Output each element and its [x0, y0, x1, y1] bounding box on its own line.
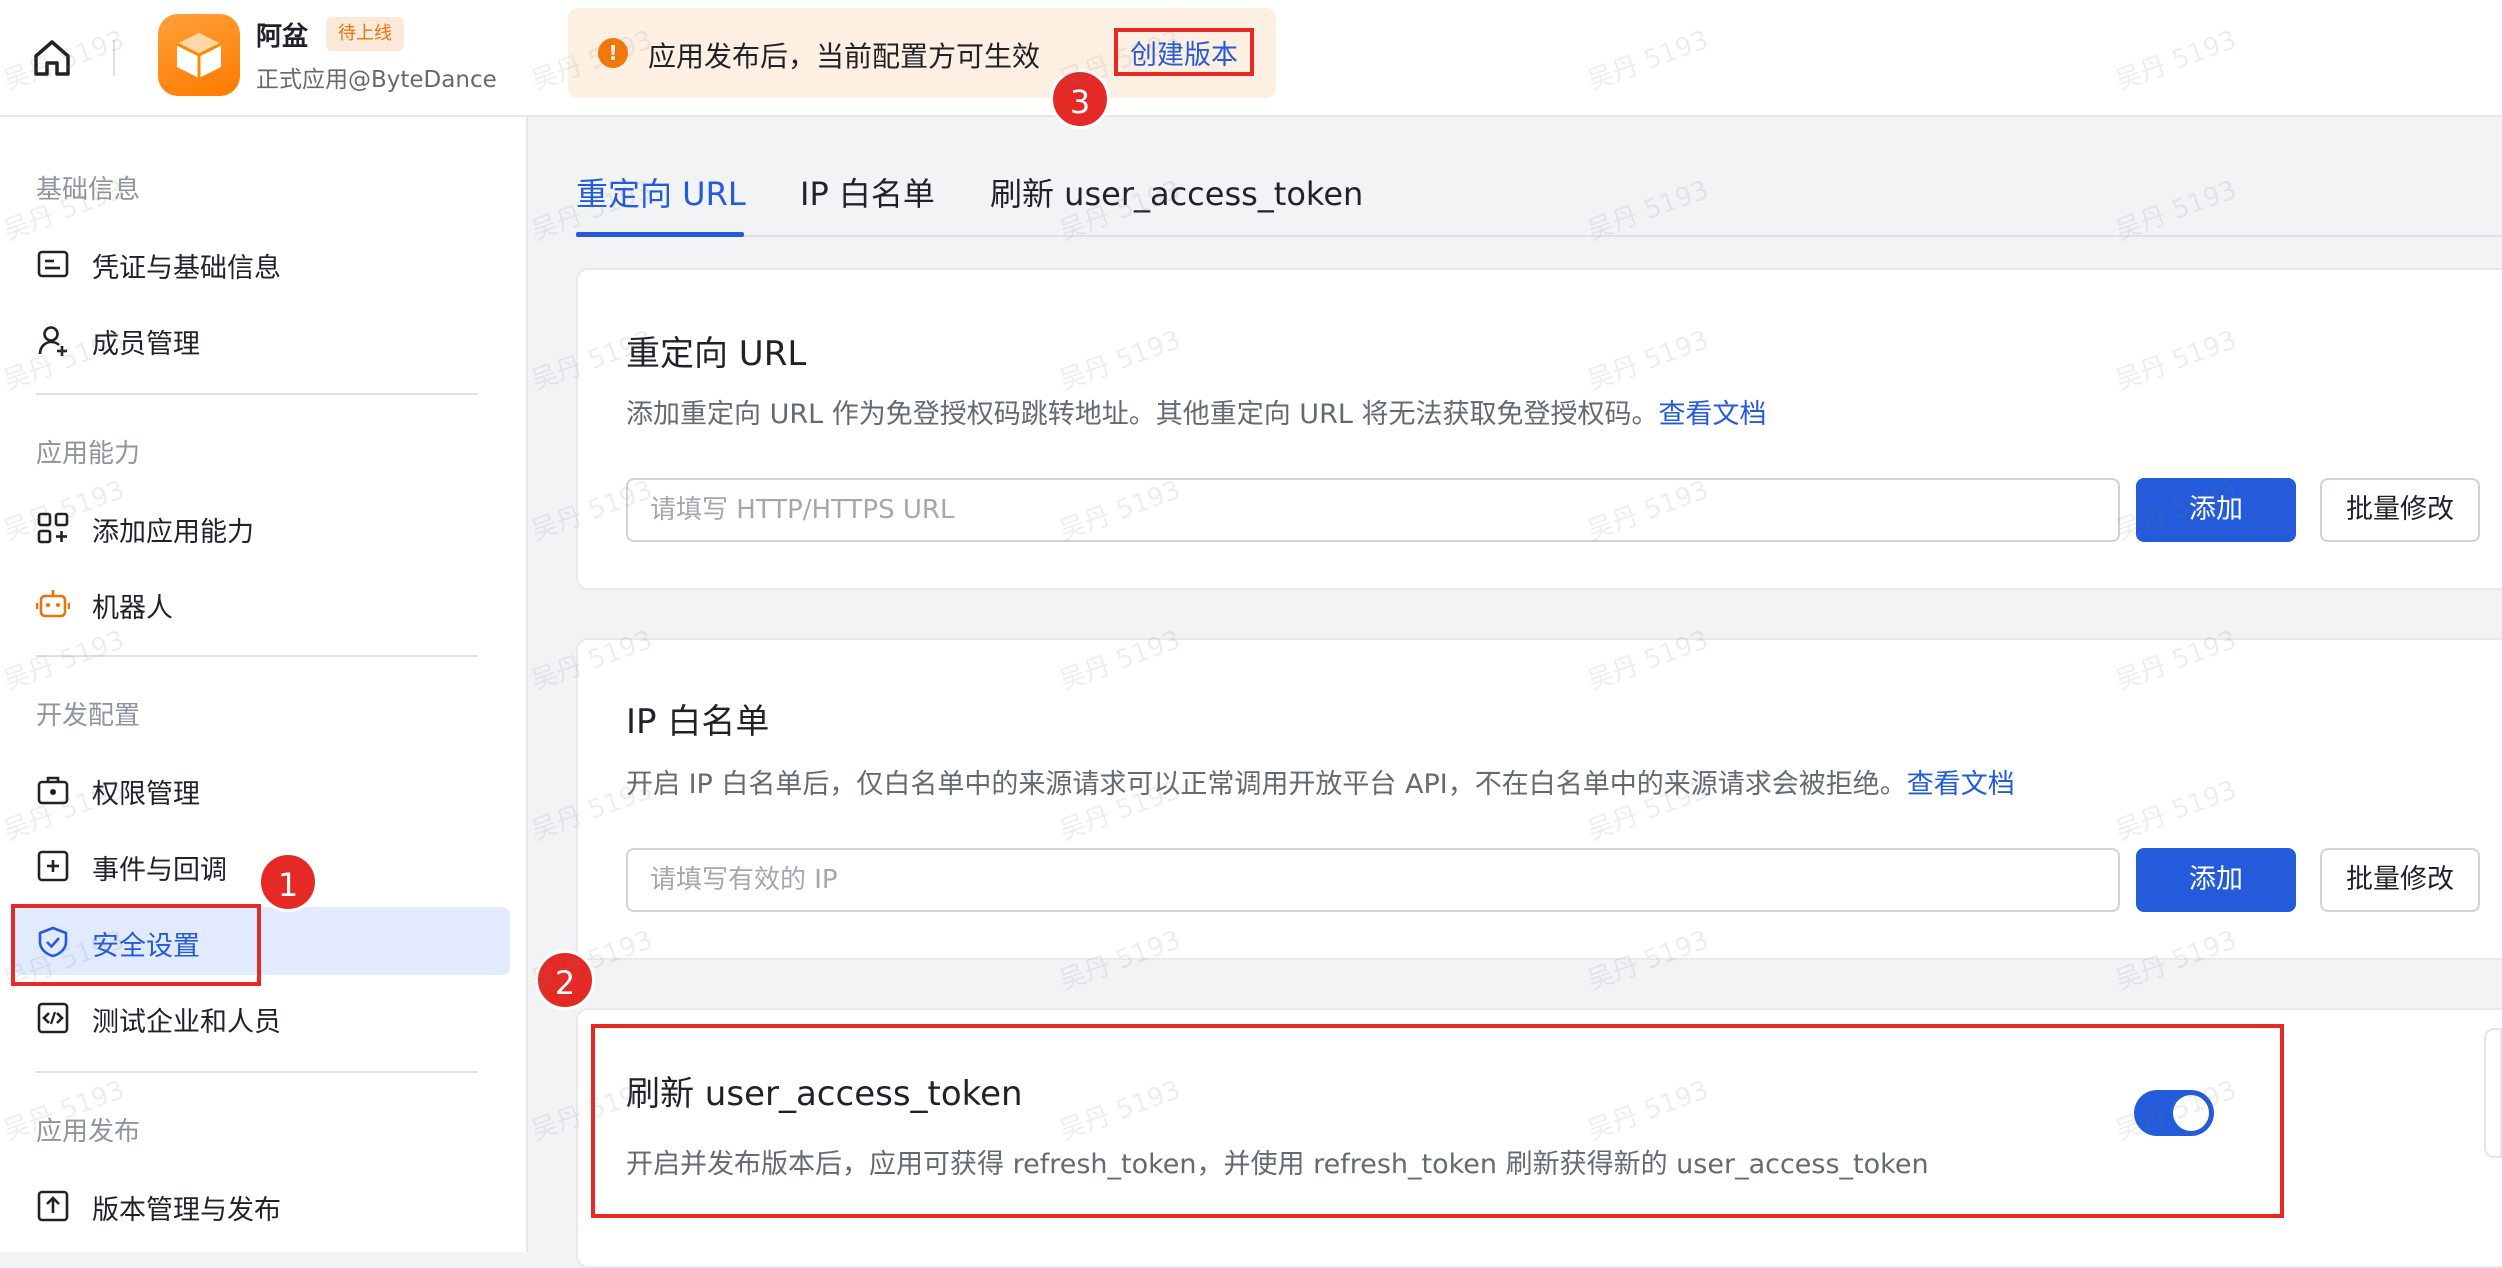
- code-icon: [37, 1002, 69, 1034]
- sidebar-item-test-org[interactable]: 测试企业和人员: [14, 983, 510, 1051]
- sidebar-item-permissions[interactable]: 权限管理: [14, 755, 510, 823]
- sidebar-item-label: 测试企业和人员: [92, 1007, 281, 1038]
- sidebar: 基础信息 凭证与基础信息 成员管理 应用能力 添加应用能力 机器人 开发配置 权…: [0, 117, 528, 1252]
- sidebar-item-label: 权限管理: [92, 779, 200, 810]
- card-title: 重定向 URL: [626, 334, 807, 374]
- sidebar-divider: [36, 1071, 478, 1073]
- app-name: 阿盆: [256, 22, 309, 52]
- publish-notice-banner: ! 应用发布后，当前配置方可生效 创建版本: [568, 8, 1276, 98]
- sidebar-item-versions[interactable]: 版本管理与发布: [14, 1171, 510, 1239]
- sidebar-divider: [36, 655, 478, 657]
- status-badge: 待上线: [326, 17, 404, 51]
- sidebar-divider: [36, 393, 478, 395]
- warning-icon: !: [598, 38, 628, 68]
- batch-edit-ip-button[interactable]: 批量修改: [2320, 848, 2480, 912]
- tab-refresh-token[interactable]: 刷新 user_access_token: [990, 169, 1363, 215]
- notice-text: 应用发布后，当前配置方可生效: [648, 40, 1041, 73]
- tab-bar-rule: [576, 235, 2502, 237]
- header-divider: [113, 40, 115, 76]
- app-org: 正式应用@ByteDance: [256, 67, 497, 93]
- active-tab-indicator: [576, 232, 744, 237]
- sidebar-item-label: 机器人: [92, 593, 173, 624]
- tab-redirect-url[interactable]: 重定向 URL: [576, 169, 746, 215]
- sidebar-item-members[interactable]: 成员管理: [14, 305, 510, 373]
- sidebar-item-label: 成员管理: [92, 329, 200, 360]
- tab-ip-whitelist[interactable]: IP 白名单: [800, 169, 935, 215]
- tab-bar: 重定向 URL IP 白名单 刷新 user_access_token: [576, 117, 2502, 237]
- ip-whitelist-card: IP 白名单 开启 IP 白名单后，仅白名单中的来源请求可以正常调用开放平台 A…: [576, 638, 2502, 960]
- card-description: 开启 IP 白名单后，仅白名单中的来源请求可以正常调用开放平台 API，不在白名…: [626, 762, 2015, 801]
- highlight-frame-token: [591, 1024, 2284, 1218]
- add-redirect-button[interactable]: 添加: [2136, 478, 2296, 542]
- sidebar-item-label: 事件与回调: [92, 855, 227, 886]
- side-panel-handle[interactable]: [2484, 1028, 2502, 1158]
- app-logo: [158, 14, 240, 96]
- member-icon: [38, 326, 67, 356]
- top-header: 阿盆 待上线 正式应用@ByteDance ! 应用发布后，当前配置方可生效 创…: [0, 0, 2502, 129]
- card-description: 添加重定向 URL 作为免登授权码跳转地址。其他重定向 URL 将无法获取免登授…: [626, 392, 1766, 431]
- sidebar-item-robot[interactable]: 机器人: [14, 569, 510, 637]
- app-capability-icon: [37, 512, 69, 544]
- credential-icon: [37, 250, 69, 278]
- event-icon: [37, 850, 69, 882]
- step-marker-2: 2: [535, 950, 595, 1010]
- section-title-capability: 应用能力: [36, 439, 141, 469]
- sidebar-item-label: 添加应用能力: [92, 517, 254, 548]
- box-icon: [176, 33, 222, 78]
- redirect-url-input[interactable]: [626, 478, 2120, 542]
- card-title: IP 白名单: [626, 702, 770, 742]
- doc-link[interactable]: 查看文档: [1658, 399, 1766, 430]
- robot-icon: [36, 590, 70, 618]
- description-text: 开启 IP 白名单后，仅白名单中的来源请求可以正常调用开放平台 API，不在白名…: [626, 769, 1907, 800]
- redirect-url-card: 重定向 URL 添加重定向 URL 作为免登授权码跳转地址。其他重定向 URL …: [576, 268, 2502, 590]
- section-title-dev: 开发配置: [36, 701, 141, 731]
- doc-link[interactable]: 查看文档: [1907, 769, 2015, 800]
- upload-icon: [37, 1190, 69, 1222]
- sidebar-item-label: 版本管理与发布: [92, 1195, 281, 1226]
- step-marker-1: 1: [258, 852, 318, 912]
- sidebar-item-add-capability[interactable]: 添加应用能力: [14, 493, 510, 561]
- sidebar-item-credentials[interactable]: 凭证与基础信息: [14, 229, 510, 297]
- highlight-frame-security: [11, 904, 261, 986]
- description-text: 添加重定向 URL 作为免登授权码跳转地址。其他重定向 URL 将无法获取免登授…: [626, 399, 1659, 430]
- section-title-basic: 基础信息: [36, 175, 141, 205]
- create-version-link[interactable]: 创建版本: [1114, 28, 1254, 76]
- section-title-publish: 应用发布: [36, 1117, 141, 1147]
- home-icon[interactable]: [30, 36, 74, 80]
- sidebar-item-label: 凭证与基础信息: [92, 253, 281, 284]
- ip-input[interactable]: [626, 848, 2120, 912]
- add-ip-button[interactable]: 添加: [2136, 848, 2296, 912]
- batch-edit-redirect-button[interactable]: 批量修改: [2320, 478, 2480, 542]
- permission-icon: [37, 776, 69, 805]
